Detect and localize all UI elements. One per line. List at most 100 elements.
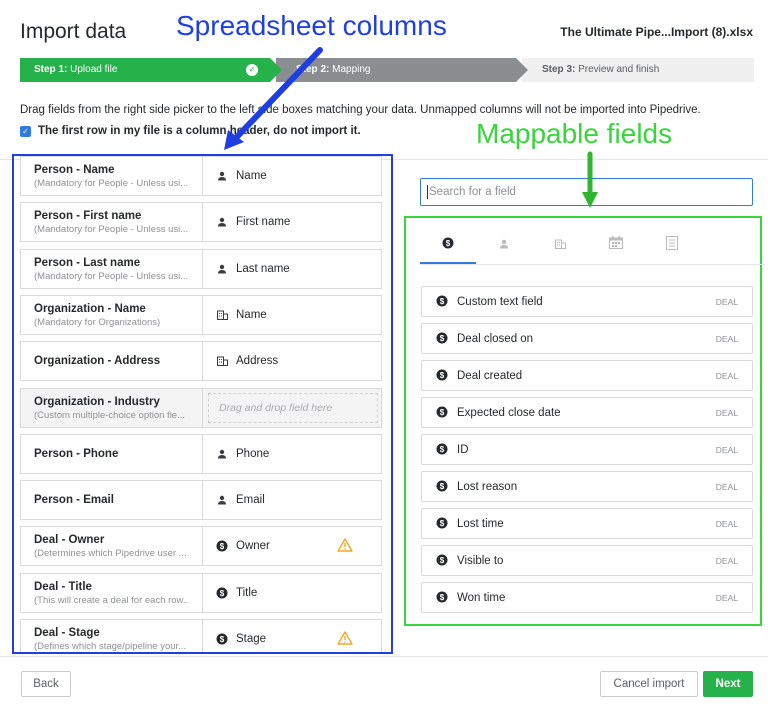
mapped-field-dropzone[interactable]: First name xyxy=(203,203,381,241)
person-icon xyxy=(499,236,509,254)
person-icon xyxy=(216,494,228,506)
back-button[interactable]: Back xyxy=(21,671,71,697)
column-name: Person - Phone xyxy=(34,447,119,460)
mapped-field-dropzone[interactable]: $ Title xyxy=(203,574,381,612)
mapping-row[interactable]: Organization - Name (Mandatory for Organi… xyxy=(20,294,382,335)
deal-icon: $ xyxy=(436,295,449,308)
spreadsheet-column: Person - Last name (Mandatory for People … xyxy=(21,249,203,288)
text-cursor xyxy=(427,185,428,199)
spreadsheet-column: Person - Email xyxy=(21,481,203,520)
drop-placeholder[interactable]: Drag and drop field here xyxy=(208,392,378,423)
organization-icon xyxy=(216,309,228,321)
field-label: Won time xyxy=(457,591,506,604)
deal-icon: $ xyxy=(216,540,228,552)
organization-icon xyxy=(554,236,566,254)
mapping-row[interactable]: Deal - Title (This will create a deal for… xyxy=(20,572,382,613)
cancel-import-button[interactable]: Cancel import xyxy=(600,671,698,697)
mappable-field[interactable]: $ Deal closed on DEAL xyxy=(421,323,753,354)
next-button[interactable]: Next xyxy=(703,671,753,697)
spreadsheet-column: Person - Name (Mandatory for People - Unl… xyxy=(21,157,203,195)
page-title: Import data xyxy=(20,20,127,43)
mapping-row[interactable]: Person - First name (Mandatory for People… xyxy=(20,202,382,243)
svg-text:$: $ xyxy=(220,542,225,551)
mappable-field[interactable]: $ Expected close date DEAL xyxy=(421,397,753,428)
spreadsheet-column: Organization - Industry (Custom multiple-… xyxy=(21,388,203,427)
step-3-prefix: Step 3: xyxy=(542,64,576,75)
mappable-field[interactable]: $ Lost time DEAL xyxy=(421,508,753,539)
column-name: Organization - Industry xyxy=(34,395,160,408)
mappable-field[interactable]: $ Deal created DEAL xyxy=(421,360,753,391)
mapped-field-dropzone[interactable]: Name xyxy=(203,296,381,334)
checkbox-icon[interactable]: ✓ xyxy=(20,125,31,137)
column-description: (Defines which stage/pipeline your... xyxy=(34,641,187,652)
warning-icon xyxy=(337,631,353,650)
field-type-tag: DEAL xyxy=(715,296,738,307)
deal-icon: $ xyxy=(436,517,449,530)
mapped-field-dropzone[interactable]: $ Owner xyxy=(203,527,381,565)
deal-icon: $ xyxy=(436,332,449,345)
mapping-row[interactable]: Person - Last name (Mandatory for People … xyxy=(20,248,382,289)
step-2-label: Mapping xyxy=(332,64,371,75)
field-label: Deal created xyxy=(457,369,523,382)
field-type-tag: DEAL xyxy=(715,592,738,603)
annotation-arrow-green xyxy=(582,151,598,208)
tab-deal[interactable]: $ xyxy=(420,230,476,264)
person-icon xyxy=(216,263,228,275)
svg-text:$: $ xyxy=(440,408,445,417)
tab-note[interactable] xyxy=(644,230,700,264)
tab-organization[interactable] xyxy=(532,230,588,264)
svg-text:$: $ xyxy=(446,239,451,248)
mapped-field-dropzone[interactable]: Last name xyxy=(203,250,381,288)
annotation-mappable-fields: Mappable fields xyxy=(476,118,673,149)
mapping-row[interactable]: Organization - Address Address xyxy=(20,341,382,382)
field-type-tag: DEAL xyxy=(715,370,738,381)
mapping-row[interactable]: Deal - Stage (Defines which stage/pipelin… xyxy=(20,619,382,654)
file-name: The Ultimate Pipe...Import (8).xlsx xyxy=(560,25,753,39)
mapping-row[interactable]: Person - Phone Phone xyxy=(20,433,382,474)
mapped-field-label: Owner xyxy=(236,540,270,553)
deal-icon: $ xyxy=(216,633,228,645)
field-type-tag: DEAL xyxy=(715,555,738,566)
spreadsheet-column: Deal - Title (This will create a deal for… xyxy=(21,573,203,612)
note-icon xyxy=(666,236,678,255)
mapping-list[interactable]: Person - Name (Mandatory for People - Unl… xyxy=(12,154,393,654)
calendar-icon xyxy=(609,236,623,254)
mapped-field-label: Name xyxy=(236,308,267,321)
field-label: Expected close date xyxy=(457,406,561,419)
spreadsheet-column: Deal - Stage (Defines which stage/pipelin… xyxy=(21,620,203,654)
mapped-field-dropzone[interactable]: Drag and drop field here xyxy=(203,389,381,427)
field-label: ID xyxy=(457,443,469,456)
mapped-field-dropzone[interactable]: Phone xyxy=(203,435,381,473)
mapping-row[interactable]: Deal - Owner (Determines which Pipedrive … xyxy=(20,526,382,567)
mapping-row[interactable]: Person - Email Email xyxy=(20,480,382,521)
search-placeholder: Search for a field xyxy=(429,186,516,198)
mapped-field-label: Title xyxy=(236,586,258,599)
field-type-tabs: $ xyxy=(420,230,754,264)
svg-text:$: $ xyxy=(220,635,225,644)
field-label: Lost time xyxy=(457,517,504,530)
mapping-row[interactable]: Person - Name (Mandatory for People - Unl… xyxy=(20,156,382,196)
column-name: Organization - Address xyxy=(34,355,161,368)
warning-icon xyxy=(337,538,353,557)
mappable-field[interactable]: $ Custom text field DEAL xyxy=(421,286,753,317)
mappable-field[interactable]: $ Lost reason DEAL xyxy=(421,471,753,502)
spreadsheet-column: Organization - Address xyxy=(21,342,203,381)
mappable-field[interactable]: $ ID DEAL xyxy=(421,434,753,465)
tab-person[interactable] xyxy=(476,230,532,264)
person-icon xyxy=(216,170,228,182)
deal-icon: $ xyxy=(436,480,449,493)
deal-icon: $ xyxy=(436,443,449,456)
svg-text:$: $ xyxy=(440,593,445,602)
mapped-field-dropzone[interactable]: $ Stage xyxy=(203,620,381,654)
mappable-field[interactable]: $ Visible to DEAL xyxy=(421,545,753,576)
field-type-tag: DEAL xyxy=(715,407,738,418)
mapped-field-dropzone[interactable]: Email xyxy=(203,481,381,519)
mapped-field-dropzone[interactable]: Name xyxy=(203,157,381,195)
mapped-field-dropzone[interactable]: Address xyxy=(203,342,381,380)
column-name: Deal - Owner xyxy=(34,534,105,547)
mapping-row[interactable]: Organization - Industry (Custom multiple-… xyxy=(20,387,382,428)
spreadsheet-column: Deal - Owner (Determines which Pipedrive … xyxy=(21,527,203,566)
mappable-field[interactable]: $ Won time DEAL xyxy=(421,582,753,613)
svg-text:$: $ xyxy=(440,297,445,306)
tab-calendar[interactable] xyxy=(588,230,644,264)
